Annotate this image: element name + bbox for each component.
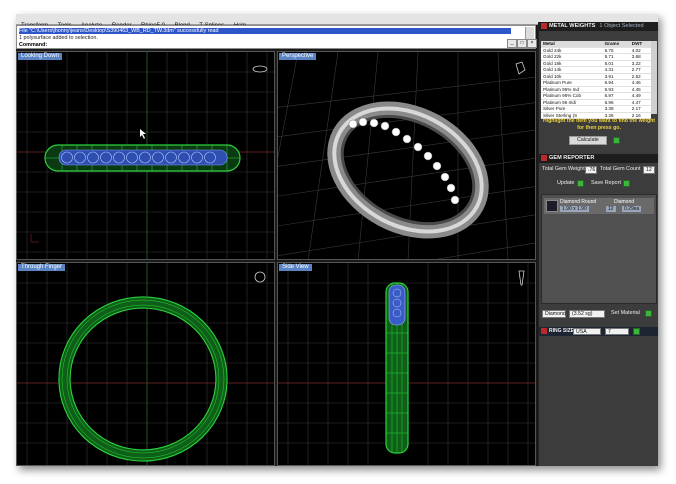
save-report-label: Save Report — [591, 180, 621, 186]
metal-weights-header[interactable]: METAL WEIGHTS 1 Object Selected — [539, 22, 658, 31]
ring-top-view — [44, 144, 241, 172]
command-history[interactable]: File "C:\Users\jhonny\jeans\Desktop\S390… — [16, 25, 536, 49]
update-button-icon[interactable] — [577, 180, 584, 187]
gem-type: Diamond — [614, 199, 635, 205]
gem-reporter-title: GEM REPORTER — [549, 155, 595, 161]
gem-diamond-icon — [546, 200, 558, 212]
calculate-button[interactable]: Calculate — [569, 136, 607, 145]
plugin-panel: METAL WEIGHTS 1 Object Selected Metal Gra… — [538, 22, 658, 466]
ring-size-label: RING SIZE — [549, 328, 575, 334]
selection-count: 1 Object Selected — [599, 23, 644, 29]
viewport-front[interactable]: Through Finger — [16, 262, 275, 466]
viewport-title-perspective[interactable]: Perspective — [279, 53, 317, 60]
viewport-top-canvas — [17, 52, 274, 259]
ring-perspective-render — [327, 101, 489, 239]
set-material-button-icon[interactable] — [645, 310, 652, 317]
ring-front-view — [58, 296, 228, 462]
panel-close-icon[interactable] — [541, 23, 547, 29]
maximize-icon[interactable]: □ — [517, 39, 527, 48]
view-gizmo-icon — [252, 65, 268, 73]
gem-list-item[interactable]: Diamond Round Diamond 1.90 x 1.90 12 0.2… — [544, 198, 654, 214]
viewport-right-canvas — [278, 263, 535, 465]
axis-gizmo-icon — [30, 234, 39, 243]
gem-quantity: 12 — [606, 206, 616, 212]
metal-weights-table[interactable]: Metal Grams DWT Gold 24k 6.75 4.02 Gold 22… — [541, 41, 651, 119]
viewport-title-top[interactable]: Looking Down — [18, 53, 63, 60]
ring-size-region-select[interactable]: USA — [573, 328, 601, 335]
total-gem-count-label: Total Gem Count — [600, 166, 641, 172]
total-gem-weight-value: .76 — [585, 166, 597, 174]
command-line-1: File "C:\Users\jhonny\jeans\Desktop\S390… — [19, 28, 511, 34]
viewport-front-canvas — [17, 263, 274, 465]
calculate-go-icon[interactable] — [613, 137, 620, 144]
material-select[interactable]: Diamond — [542, 310, 566, 318]
command-prompt[interactable]: Command: — [19, 42, 47, 48]
viewport-title-front[interactable]: Through Finger — [18, 264, 66, 271]
command-line-2: 1 polysurface added to selection. — [19, 35, 98, 41]
viewport-title-right[interactable]: Side View — [279, 264, 312, 271]
total-gem-weight-label: Total Gem Weight — [542, 166, 585, 172]
total-gem-count-value: 12 — [643, 166, 655, 174]
gem-name: Diamond Round — [560, 199, 597, 205]
metal-hint-text: Highlight the item you want to find the … — [542, 118, 656, 131]
set-material-label: Set Material — [611, 310, 640, 316]
metal-table-scrollbar[interactable] — [651, 41, 657, 114]
viewport-perspective[interactable]: Perspective — [277, 51, 536, 260]
ring-side-view — [385, 282, 409, 454]
update-label: Update — [557, 180, 575, 186]
ring-size-icon — [541, 328, 547, 334]
minimize-icon[interactable]: _ — [507, 39, 517, 48]
perspective-gizmo-icon — [515, 61, 526, 75]
app-window: Transform Tools Analyze Render Rhino5.0 … — [16, 14, 658, 466]
ring-size-value-select[interactable]: 7 — [605, 328, 629, 335]
gem-size: 1.90 x 1.90 — [560, 206, 589, 212]
ring-size-apply-icon[interactable] — [633, 328, 640, 335]
gem-list[interactable]: Diamond Round Diamond 1.90 x 1.90 12 0.2… — [541, 194, 657, 304]
close-icon[interactable]: × — [527, 39, 537, 48]
gem-panel-icon — [541, 155, 547, 161]
ring-size-bar: RING SIZE USA 7 — [539, 327, 658, 336]
gem-reporter-header[interactable]: GEM REPORTER — [539, 154, 658, 163]
metal-weights-title: METAL WEIGHTS — [549, 23, 596, 29]
material-density: (3.52 sg) — [569, 310, 605, 318]
viewport-right[interactable]: Side View — [277, 262, 536, 466]
ring-gizmo-icon — [254, 271, 266, 283]
viewport-perspective-canvas — [278, 52, 535, 259]
gem-weight: 0.29ea — [622, 206, 642, 212]
viewport-top[interactable]: Looking Down — [16, 51, 275, 260]
save-report-button-icon[interactable] — [623, 180, 630, 187]
mouse-cursor-icon — [140, 129, 146, 139]
